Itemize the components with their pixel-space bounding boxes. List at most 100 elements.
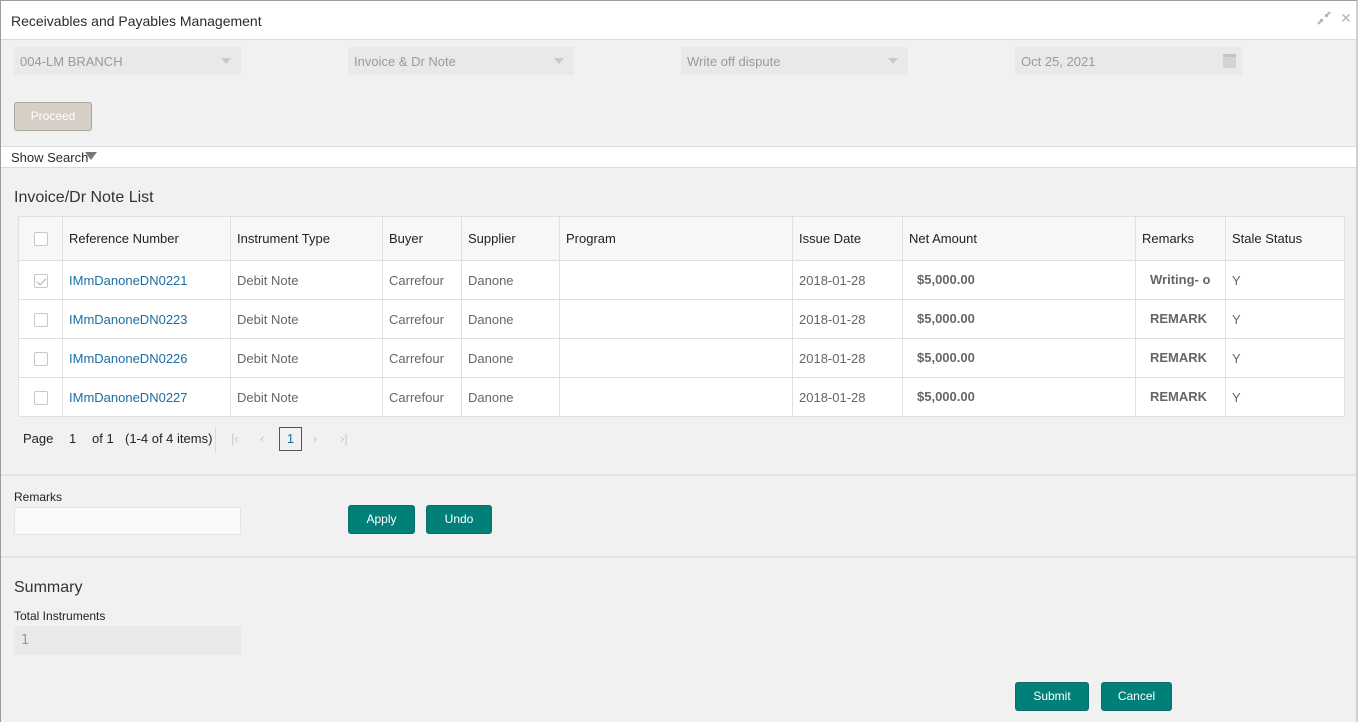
show-search-toggle[interactable]: Show Search: [1, 146, 1356, 168]
program-cell: [559, 338, 793, 378]
action-select[interactable]: Write off dispute: [681, 47, 908, 75]
next-page-icon[interactable]: ›: [313, 431, 317, 446]
title-bar: Receivables and Payables Management ✕: [1, 1, 1356, 40]
remarks-cell: REMARK: [1135, 338, 1226, 378]
row-select-cell: [18, 338, 63, 378]
issue-date-cell: 2018-01-28: [792, 338, 903, 378]
remarks-label: Remarks: [14, 490, 63, 504]
issue-date-cell: 2018-01-28: [792, 377, 903, 417]
instrument-type-cell: Debit Note: [230, 338, 383, 378]
remarks-cell: Writing- o: [1135, 260, 1226, 300]
chevron-down-icon: [221, 58, 231, 64]
reference-link[interactable]: IMmDanoneDN0227: [69, 390, 188, 405]
row-checkbox[interactable]: [33, 273, 48, 288]
window-title: Receivables and Payables Management: [11, 13, 262, 29]
current-page-button[interactable]: 1: [279, 427, 302, 451]
instrument-type-cell: Debit Note: [230, 260, 383, 300]
column-header[interactable]: Net Amount: [902, 216, 1136, 261]
instrument-type-cell: Debit Note: [230, 299, 383, 339]
proceed-button[interactable]: Proceed: [14, 102, 92, 131]
reference-link[interactable]: IMmDanoneDN0226: [69, 351, 188, 366]
program-cell: [559, 377, 793, 417]
page-number: 1: [69, 431, 77, 446]
action-value: Write off dispute: [687, 54, 781, 69]
buyer-cell: Carrefour: [382, 338, 462, 378]
net-amount-cell: $5,000.00: [902, 338, 1136, 378]
instrument-type-cell: Debit Note: [230, 377, 383, 417]
reference-link[interactable]: IMmDanoneDN0221: [69, 273, 188, 288]
chevron-down-icon: [554, 58, 564, 64]
calendar-icon[interactable]: [1223, 54, 1236, 68]
column-header[interactable]: Instrument Type: [230, 216, 383, 261]
list-title: Invoice/Dr Note List: [14, 189, 154, 206]
issue-date-cell: 2018-01-28: [792, 299, 903, 339]
stale-status-cell: Y: [1225, 260, 1345, 300]
column-header[interactable]: Reference Number: [62, 216, 231, 261]
page-of: of 1: [92, 431, 114, 446]
column-header[interactable]: Issue Date: [792, 216, 903, 261]
branch-select[interactable]: 004-LM BRANCH: [14, 47, 241, 75]
net-amount-cell: $5,000.00: [902, 260, 1136, 300]
table-header-row: Reference Number Instrument Type Buyer S…: [18, 216, 1345, 261]
column-header[interactable]: Remarks: [1135, 216, 1226, 261]
undo-button[interactable]: Undo: [426, 505, 492, 534]
instrument-type-value: Invoice & Dr Note: [354, 54, 456, 69]
date-value: Oct 25, 2021: [1021, 54, 1096, 69]
program-cell: [559, 260, 793, 300]
branch-value: 004-LM BRANCH: [20, 54, 123, 69]
column-header[interactable]: Supplier: [461, 216, 560, 261]
table-row[interactable]: IMmDanoneDN0223 Debit Note Carrefour Danone…: [18, 299, 1345, 339]
stale-status-cell: Y: [1225, 338, 1345, 378]
total-instruments-label: Total Instruments: [14, 609, 106, 623]
program-cell: [559, 299, 793, 339]
row-select-cell: [18, 377, 63, 417]
remarks-cell: REMARK: [1135, 377, 1226, 417]
table-row[interactable]: IMmDanoneDN0227 Debit Note Carrefour Danone…: [18, 377, 1345, 417]
row-checkbox[interactable]: [33, 351, 48, 366]
supplier-cell: Danone: [461, 377, 560, 417]
select-all-checkbox[interactable]: [33, 232, 48, 247]
column-header[interactable]: Stale Status: [1225, 216, 1345, 261]
show-search-label: Show Search: [11, 150, 89, 165]
remarks-cell: REMARK: [1135, 299, 1226, 339]
supplier-cell: Danone: [461, 338, 560, 378]
issue-date-cell: 2018-01-28: [792, 260, 903, 300]
cancel-button[interactable]: Cancel: [1101, 682, 1172, 711]
stale-status-cell: Y: [1225, 299, 1345, 339]
table-row[interactable]: IMmDanoneDN0226 Debit Note Carrefour Danone…: [18, 338, 1345, 378]
remarks-input[interactable]: [14, 507, 241, 535]
net-amount-cell: $5,000.00: [902, 299, 1136, 339]
submit-button[interactable]: Submit: [1015, 682, 1089, 711]
column-header[interactable]: Program: [559, 216, 793, 261]
apply-button[interactable]: Apply: [348, 505, 415, 534]
restore-icon[interactable]: [1316, 11, 1332, 27]
divider: [1, 556, 1356, 558]
select-all-header: [18, 216, 63, 261]
pager-divider: [215, 427, 216, 453]
instrument-table: Reference Number Instrument Type Buyer S…: [18, 216, 1345, 417]
chevron-down-icon: [888, 58, 898, 64]
reference-cell: IMmDanoneDN0226: [62, 338, 231, 378]
instrument-type-select[interactable]: Invoice & Dr Note: [348, 47, 574, 75]
divider: [1, 474, 1356, 476]
stale-status-cell: Y: [1225, 377, 1345, 417]
last-page-icon[interactable]: ›|: [340, 431, 348, 446]
reference-link[interactable]: IMmDanoneDN0223: [69, 312, 188, 327]
column-header[interactable]: Buyer: [382, 216, 462, 261]
table-row[interactable]: IMmDanoneDN0221 Debit Note Carrefour Danone…: [18, 260, 1345, 300]
summary-title: Summary: [14, 579, 83, 596]
buyer-cell: Carrefour: [382, 377, 462, 417]
date-field[interactable]: Oct 25, 2021: [1015, 47, 1242, 75]
buyer-cell: Carrefour: [382, 299, 462, 339]
app-window: Receivables and Payables Management ✕ 00…: [0, 0, 1358, 722]
net-amount-cell: $5,000.00: [902, 377, 1136, 417]
prev-page-icon[interactable]: ‹: [260, 431, 264, 446]
page-label: Page: [23, 431, 54, 446]
close-icon[interactable]: ✕: [1338, 11, 1354, 27]
supplier-cell: Danone: [461, 260, 560, 300]
first-page-icon[interactable]: |‹: [231, 431, 239, 446]
row-checkbox[interactable]: [33, 312, 48, 327]
reference-cell: IMmDanoneDN0227: [62, 377, 231, 417]
caret-down-icon: [85, 152, 97, 160]
row-checkbox[interactable]: [33, 390, 48, 405]
